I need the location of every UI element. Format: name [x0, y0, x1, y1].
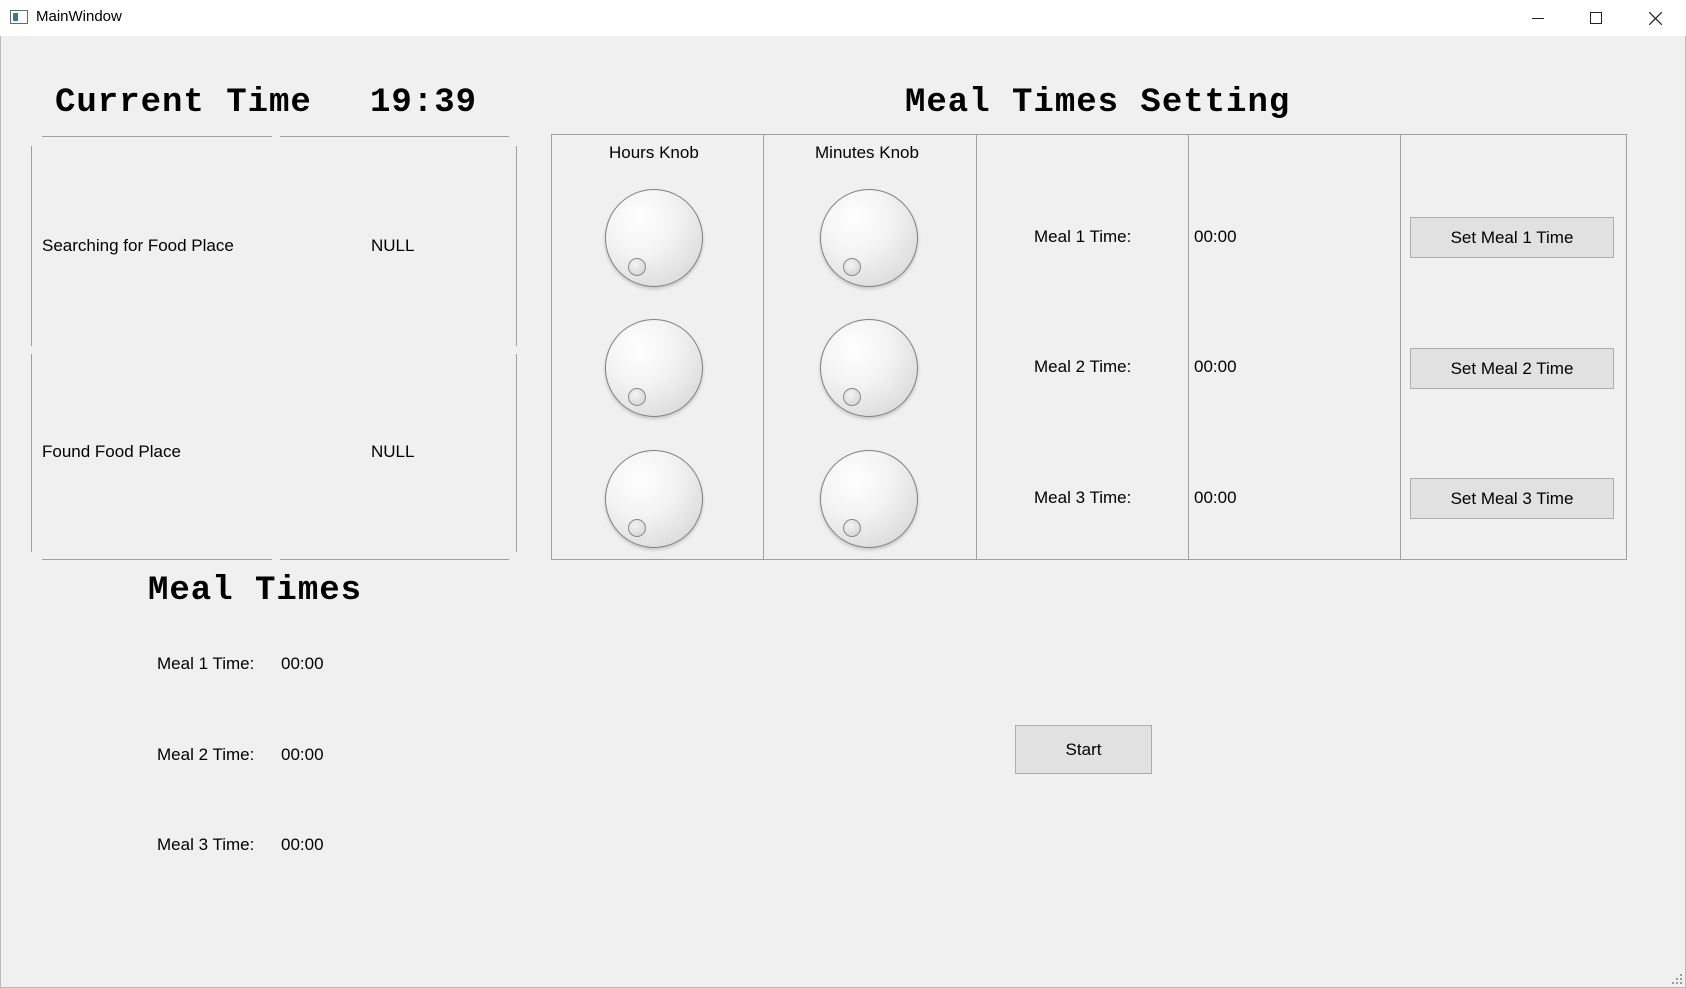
setting-meal-1-time-value: 00:00 [1194, 227, 1237, 246]
divider [280, 136, 509, 137]
minimize-icon [1532, 18, 1544, 19]
knob-indicator [843, 258, 861, 276]
found-food-place-label: Found Food Place [42, 442, 181, 461]
title-bar: MainWindow [0, 0, 1686, 36]
close-icon [1648, 11, 1662, 25]
divider [1626, 134, 1627, 560]
setting-meal-3-time-value: 00:00 [1194, 488, 1237, 507]
meal-2-time-value: 00:00 [281, 745, 324, 764]
divider [516, 146, 517, 346]
hours-knob-meal-1[interactable] [605, 189, 703, 287]
meal-1-time-label: Meal 1 Time: [157, 654, 255, 673]
divider [31, 354, 32, 552]
minutes-knob-meal-2[interactable] [820, 319, 918, 417]
setting-meal-2-time-value: 00:00 [1194, 357, 1237, 376]
meal-times-heading: Meal Times [148, 572, 363, 610]
meal-1-time-value: 00:00 [281, 654, 324, 673]
searching-food-place-label: Searching for Food Place [42, 236, 234, 255]
setting-meal-2-time-label: Meal 2 Time: [1034, 357, 1132, 376]
set-meal-3-time-button[interactable]: Set Meal 3 Time [1410, 478, 1614, 519]
divider [516, 354, 517, 552]
hours-knob-meal-3[interactable] [605, 450, 703, 548]
set-meal-1-time-button[interactable]: Set Meal 1 Time [1410, 217, 1614, 258]
maximize-icon [1590, 12, 1602, 24]
divider [1188, 134, 1189, 560]
minutes-knob-label: Minutes Knob [815, 143, 919, 162]
hours-knob-meal-2[interactable] [605, 319, 703, 417]
hours-knob-label: Hours Knob [609, 143, 699, 162]
minutes-knob-meal-1[interactable] [820, 189, 918, 287]
meal-3-time-value: 00:00 [281, 835, 324, 854]
divider [42, 136, 272, 137]
meal-2-time-label: Meal 2 Time: [157, 745, 255, 764]
set-meal-2-time-button[interactable]: Set Meal 2 Time [1410, 348, 1614, 389]
divider [976, 134, 977, 560]
close-button[interactable] [1626, 0, 1684, 36]
searching-food-place-value: NULL [371, 236, 415, 255]
meal-3-time-label: Meal 3 Time: [157, 835, 255, 854]
divider [42, 559, 272, 560]
knob-indicator [628, 258, 646, 276]
knob-indicator [628, 519, 646, 537]
app-icon [10, 10, 28, 24]
setting-meal-1-time-label: Meal 1 Time: [1034, 227, 1132, 246]
window-title: MainWindow [36, 8, 122, 25]
divider [31, 146, 32, 346]
divider [551, 134, 1627, 135]
divider [551, 559, 1627, 560]
current-time-label: Current Time [55, 84, 312, 122]
divider [763, 134, 764, 560]
resize-grip-icon[interactable] [1671, 973, 1683, 985]
minimize-button[interactable] [1509, 0, 1567, 36]
current-time-value: 19:39 [370, 84, 478, 122]
maximize-button[interactable] [1567, 0, 1625, 36]
setting-meal-3-time-label: Meal 3 Time: [1034, 488, 1132, 507]
minutes-knob-meal-3[interactable] [820, 450, 918, 548]
knob-indicator [843, 388, 861, 406]
found-food-place-value: NULL [371, 442, 415, 461]
start-button[interactable]: Start [1015, 725, 1152, 774]
divider [551, 134, 552, 560]
meal-times-setting-heading: Meal Times Setting [905, 84, 1291, 122]
divider [280, 559, 509, 560]
knob-indicator [843, 519, 861, 537]
divider [1400, 134, 1401, 560]
knob-indicator [628, 388, 646, 406]
